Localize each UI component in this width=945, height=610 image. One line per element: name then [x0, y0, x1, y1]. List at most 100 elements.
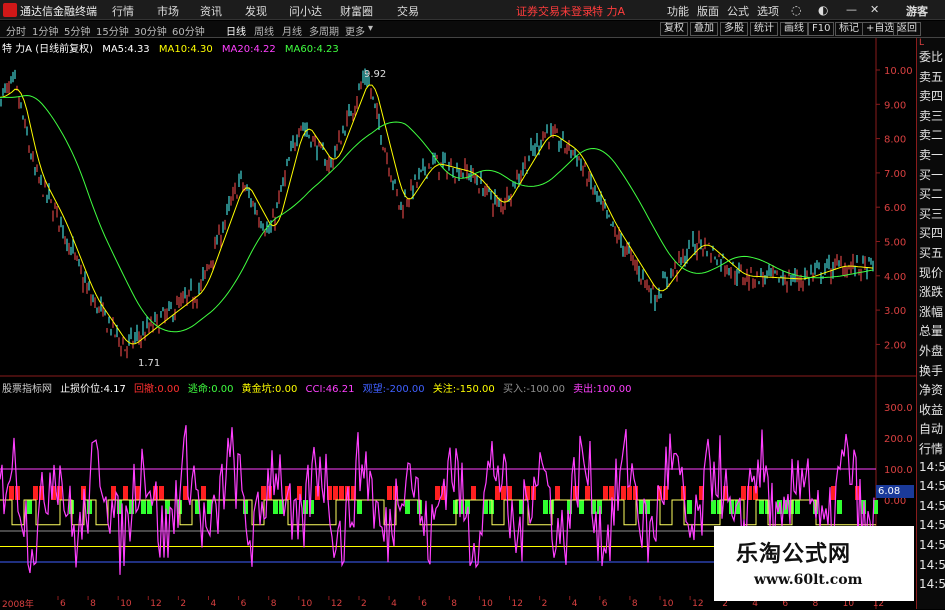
escape-bar [579, 500, 584, 514]
watermark-banner: 乐淘公式网 www.60lt.com [714, 526, 914, 601]
panel-item[interactable]: 行情 [919, 440, 943, 457]
panel-item[interactable]: 自动 [919, 420, 943, 437]
indicator-axis-label: 300.0 [884, 403, 913, 414]
price-axis-label: 6.00 [884, 203, 906, 214]
panel-item[interactable]: 买三 [919, 205, 943, 222]
high-label: 9.92 [364, 69, 386, 80]
price-axis-label: 8.00 [884, 135, 906, 146]
watermark-title: 乐淘公式网 [736, 541, 852, 567]
ma60-line [0, 94, 874, 333]
panel-item[interactable]: 涨跌 [919, 283, 943, 300]
price-axis-label: 3.00 [884, 306, 906, 317]
pullback-bar [123, 486, 128, 500]
panel-item[interactable]: 买一 [919, 166, 943, 183]
pullback-bar [435, 486, 440, 500]
panel-item[interactable]: 买四 [919, 224, 943, 241]
panel-item[interactable]: 卖五 [919, 68, 943, 85]
panel-item[interactable]: 收益 [919, 401, 943, 418]
panel-item[interactable]: 涨幅 [919, 303, 943, 320]
pullback-bar [201, 486, 206, 500]
x-axis-label: 2 [180, 599, 186, 609]
escape-bar [273, 500, 278, 514]
pullback-bar [585, 486, 590, 500]
x-axis-label: 6 [602, 599, 608, 609]
x-axis-label: 12 [512, 599, 523, 609]
panel-item[interactable]: 卖四 [919, 87, 943, 104]
panel-item[interactable]: 外盘 [919, 342, 943, 359]
panel-item[interactable]: 净资 [919, 381, 943, 398]
pullback-bar [621, 486, 626, 500]
escape-bar [687, 500, 692, 514]
low-label: 1.71 [138, 358, 160, 369]
panel-item[interactable]: 卖一 [919, 146, 943, 163]
panel-item[interactable]: 14:5 [919, 479, 945, 493]
panel-item[interactable]: 卖二 [919, 126, 943, 143]
pullback-bar [159, 486, 164, 500]
pullback-bar [603, 486, 608, 500]
panel-item[interactable]: 总量 [919, 322, 943, 339]
pullback-bar [339, 486, 344, 500]
chart-canvas[interactable]: 10.00 9.00 8.00 7.00 6.00 5.00 4.00 3.00 2.00 300… [0, 0, 945, 609]
indicator-axis-label: 100.0 [884, 465, 913, 476]
ind-pullback: 回撤:0.00 [134, 384, 180, 395]
ind-sell: 卖出:100.00 [573, 384, 632, 395]
price-axis-label: 2.00 [884, 340, 906, 351]
current-value-badge: 6.08 [876, 485, 914, 498]
panel-item[interactable]: 14:5 [919, 499, 945, 513]
x-axis-label: 10 [120, 599, 132, 609]
panel-item[interactable]: 14:5 [919, 460, 945, 474]
escape-bar [711, 500, 716, 514]
price-axis-label: 10.00 [884, 66, 913, 77]
pullback-bar [501, 486, 506, 500]
ind-buy: 买入:-100.00 [502, 384, 565, 395]
watermark-url: www.60lt.com [754, 572, 863, 588]
x-axis-label: 4 [572, 599, 578, 609]
x-axis-label: 8 [90, 599, 96, 609]
x-axis-label: 6 [60, 599, 66, 609]
panel-item[interactable]: 换手 [919, 362, 943, 379]
x-axis-label: 10 [481, 599, 493, 609]
panel-item[interactable]: 买二 [919, 185, 943, 202]
pullback-bar [555, 486, 560, 500]
y-axis: 10.00 9.00 8.00 7.00 6.00 5.00 4.00 3.00 2.00 300… [876, 66, 913, 507]
panel-item[interactable]: 14:5 [919, 577, 945, 591]
panel-item[interactable]: 14:5 [919, 538, 945, 552]
x-axis-label: 12 [692, 599, 703, 609]
pullback-bar [387, 486, 392, 500]
x-axis-label: 12 [150, 599, 161, 609]
escape-bar [357, 500, 362, 514]
x-axis-start-year: 2008年 [2, 600, 34, 610]
pullback-bar [471, 486, 476, 500]
escape-bar [759, 500, 764, 514]
escape-bar [27, 500, 32, 514]
x-axis-label: 10 [662, 599, 674, 609]
escape-bar [795, 500, 800, 514]
ind-escape: 逃命:0.00 [187, 384, 234, 395]
indicator-header: 股票指标网 止损价位:4.17 回撤:0.00 逃命:0.00 黄金坑:0.00… [2, 380, 637, 395]
price-axis-label: 7.00 [884, 169, 906, 180]
pullback-bar [333, 486, 338, 500]
ind-watch: 观望:-200.00 [362, 384, 425, 395]
pullback-bar [9, 486, 14, 500]
pullback-bar [33, 486, 38, 500]
panel-item[interactable]: 现价 [919, 264, 943, 281]
indicator-title: 股票指标网 [2, 384, 52, 395]
panel-item[interactable]: 卖三 [919, 107, 943, 124]
x-axis-label: 4 [211, 599, 217, 609]
panel-item[interactable]: 14:5 [919, 518, 945, 532]
ma10-line [0, 84, 874, 345]
panel-item[interactable]: 委比 [919, 48, 943, 65]
pullback-bar [741, 486, 746, 500]
x-axis-label: 8 [271, 599, 277, 609]
ind-golden-pit: 黄金坑:0.00 [241, 384, 298, 395]
escape-bar [543, 500, 548, 514]
x-axis-label: 8 [451, 599, 457, 609]
x-axis-label: 2 [361, 599, 367, 609]
panel-item[interactable]: 买五 [919, 244, 943, 261]
panel-item[interactable]: 14:5 [919, 558, 945, 572]
escape-bar [405, 500, 410, 514]
panel-l-icon[interactable]: L [919, 38, 924, 48]
quote-side-panel: L 委比卖五卖四卖三卖二卖一买一买二买三买四买五现价涨跌涨幅总量外盘换手净资收益… [916, 38, 945, 609]
x-axis-label: 6 [241, 599, 247, 609]
price-axis-label: 5.00 [884, 238, 906, 249]
